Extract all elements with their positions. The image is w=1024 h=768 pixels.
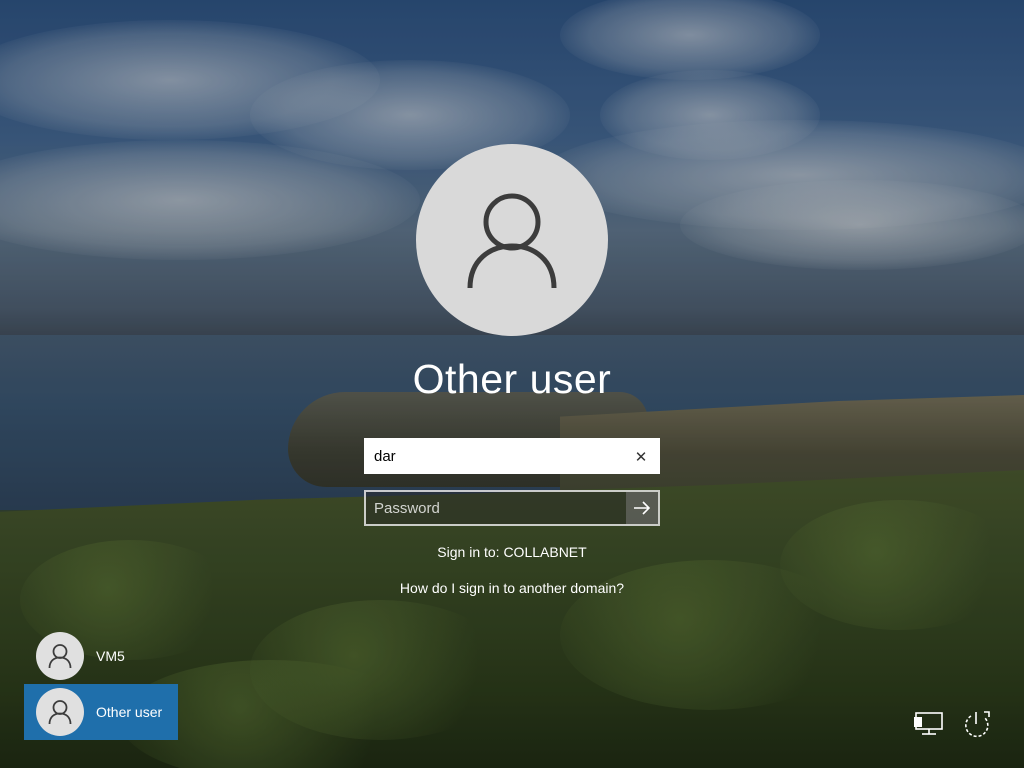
password-input[interactable] [374,492,614,524]
account-display-name: Other user [412,356,612,402]
user-icon [467,193,557,289]
avatar [36,632,84,680]
power-icon [965,711,990,738]
user-icon [48,700,72,725]
sign-in-domain-text: Sign in to: COLLABNET [437,544,587,560]
password-field-container [364,490,660,526]
user-tile-other-user[interactable]: Other user [24,684,178,740]
network-button[interactable] [908,704,948,744]
user-tile-vm5[interactable]: VM5 [24,628,178,684]
network-icon [914,712,943,735]
clear-username-button[interactable]: ✕ [630,446,652,468]
close-icon: ✕ [634,449,648,466]
user-icon [48,644,72,669]
power-options-button[interactable] [956,704,996,744]
user-tile-label: VM5 [96,648,125,664]
username-input[interactable] [374,440,624,472]
user-avatar-large [416,144,608,336]
user-tile-label: Other user [96,704,163,720]
arrow-right-icon [634,501,651,515]
avatar [36,688,84,736]
submit-button[interactable] [626,492,658,524]
other-domain-help-link[interactable]: How do I sign in to another domain? [0,580,1024,596]
username-field-container: ✕ [364,438,660,474]
